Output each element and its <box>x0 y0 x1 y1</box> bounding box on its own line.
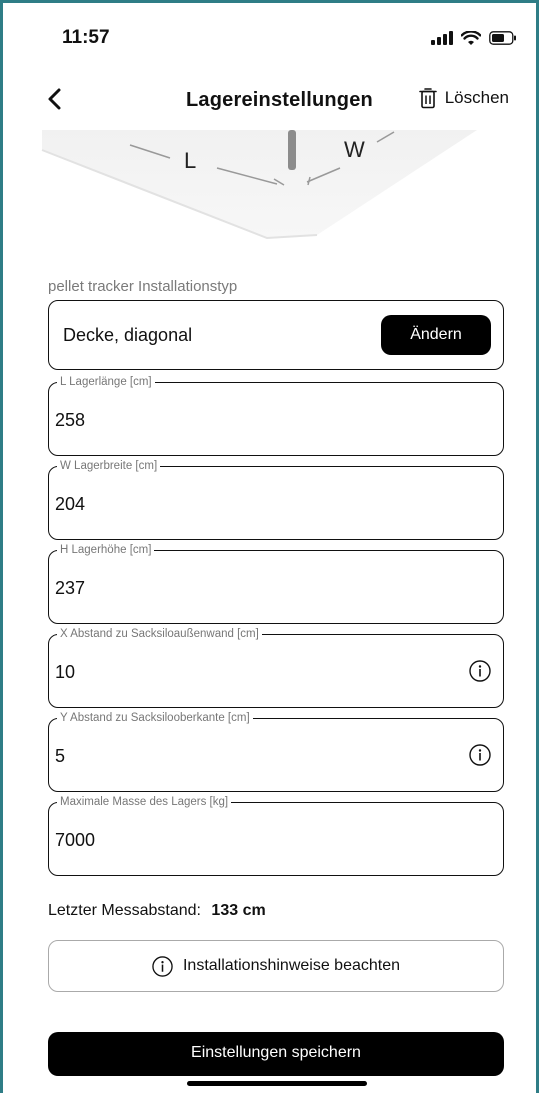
status-time: 11:57 <box>62 27 110 48</box>
status-bar: 11:57 <box>20 20 519 56</box>
status-icons <box>431 30 517 46</box>
info-icon[interactable] <box>469 744 491 766</box>
field-x-distance-label: X Abstand zu Sacksiloaußenwand [cm] <box>57 627 262 641</box>
field-length-value: 258 <box>55 410 86 430</box>
field-length[interactable]: L Lagerlänge [cm] 258 <box>48 375 504 456</box>
delete-button[interactable]: Löschen <box>418 87 509 109</box>
field-x-distance[interactable]: X Abstand zu Sacksiloaußenwand [cm] 10 <box>48 627 504 708</box>
field-width-label: W Lagerbreite [cm] <box>57 459 161 473</box>
field-width-value: 204 <box>55 494 86 514</box>
save-settings-button[interactable]: Einstellungen speichern <box>48 1032 504 1076</box>
field-height[interactable]: H Lagerhöhe [cm] 237 <box>48 543 504 624</box>
field-y-distance[interactable]: Y Abstand zu Sacksilooberkante [cm] 5 <box>48 711 504 792</box>
field-width[interactable]: W Lagerbreite [cm] 204 <box>48 459 504 540</box>
field-height-label: H Lagerhöhe [cm] <box>57 543 155 557</box>
installation-hints-label: Installationshinweise beachten <box>182 957 401 974</box>
trash-icon <box>418 88 437 109</box>
signal-icon <box>431 31 453 45</box>
delete-label: Löschen <box>444 88 509 107</box>
field-max-mass[interactable]: Maximale Masse des Lagers [kg] 7000 <box>48 795 504 876</box>
nav-bar: Lagereinstellungen Löschen <box>0 75 539 125</box>
info-icon <box>152 955 173 977</box>
change-button[interactable]: Ändern <box>381 315 491 355</box>
field-height-value: 237 <box>55 578 86 598</box>
last-measure: Letzter Messabstand: 133 cm <box>48 902 266 920</box>
label-l: L <box>184 148 196 173</box>
info-icon[interactable] <box>469 660 491 682</box>
field-x-distance-value: 10 <box>55 662 76 682</box>
last-measure-label: Letzter Messabstand: <box>48 902 201 919</box>
field-y-distance-label: Y Abstand zu Sacksilooberkante [cm] <box>57 711 253 725</box>
battery-icon <box>489 31 516 45</box>
installation-type-value: Decke, diagonal <box>63 325 193 345</box>
storage-diagram: L W <box>41 130 477 240</box>
home-indicator <box>187 1081 367 1086</box>
field-max-mass-value: 7000 <box>55 830 96 850</box>
field-max-mass-label: Maximale Masse des Lagers [kg] <box>57 795 232 809</box>
field-length-label: L Lagerlänge [cm] <box>57 375 155 389</box>
field-y-distance-value: 5 <box>55 746 66 766</box>
wifi-icon <box>461 30 481 45</box>
installation-hints-button[interactable]: Installationshinweise beachten <box>48 940 504 992</box>
storage-illustration: L W <box>22 130 517 250</box>
last-measure-value: 133 cm <box>211 902 266 919</box>
bottom-edge <box>0 1093 539 1098</box>
installation-type-label: pellet tracker Installationstyp <box>48 278 238 295</box>
label-w: W <box>344 137 365 162</box>
installation-type-box: Decke, diagonal Ändern <box>48 300 504 370</box>
